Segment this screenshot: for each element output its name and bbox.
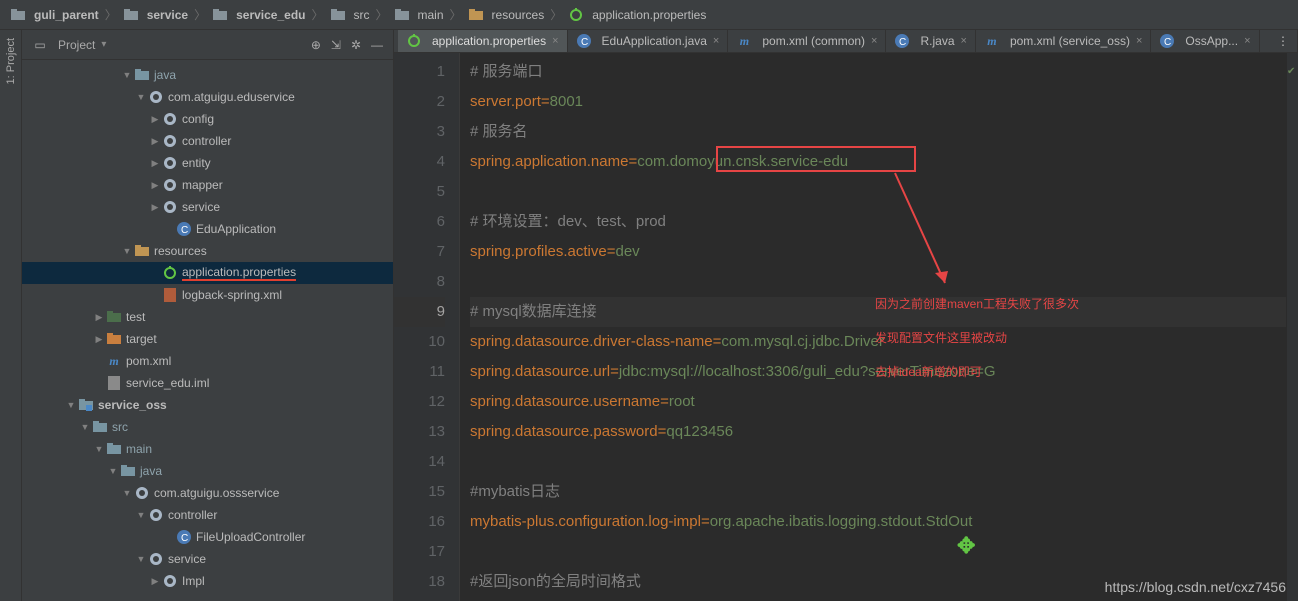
project-tree[interactable]: ▼java▼com.atguigu.eduservice▶config▶cont… [22,60,393,601]
tree-item[interactable]: ▶service [22,196,393,218]
editor-tab[interactable]: mpom.xml (service_oss)× [976,30,1151,53]
hide-icon[interactable]: — [371,38,383,52]
tree-item[interactable]: service_edu.iml [22,372,393,394]
close-icon[interactable]: × [1244,35,1250,47]
tree-item[interactable]: ▶mapper [22,174,393,196]
editor-tab[interactable]: CEduApplication.java× [568,30,729,53]
bc-5[interactable]: resources [466,7,547,23]
tree-item[interactable]: ▼controller [22,504,393,526]
tree-item[interactable]: application.properties [22,262,393,284]
tree-item[interactable]: ▼service [22,548,393,570]
svg-text:C: C [181,533,188,544]
settings-icon[interactable]: ✲ [351,38,361,52]
tree-item[interactable]: ▼src [22,416,393,438]
tree-item[interactable]: ▼resources [22,240,393,262]
project-icon: ▭ [32,37,48,53]
project-sidebar: ▭Project ▾ ⊕ ⇲ ✲ — ▼java▼com.atguigu.edu… [22,30,394,601]
tree-item[interactable]: CFileUploadController [22,526,393,548]
tree-item[interactable]: ▶config [22,108,393,130]
more-tabs[interactable]: ⋮ [1269,30,1298,53]
ok-indicator: ✔ [1287,57,1295,87]
breadcrumb: guli_parent 〉 service 〉 service_edu 〉 sr… [0,0,1298,30]
close-icon[interactable]: × [871,35,877,47]
bc-1[interactable]: service [121,7,190,23]
close-icon[interactable]: × [961,35,967,47]
move-cursor-icon: ✥ [957,531,975,561]
editor-area: application.properties×CEduApplication.j… [394,30,1298,601]
editor-tabs: application.properties×CEduApplication.j… [394,30,1298,53]
watermark: https://blog.csdn.net/cxz7456 [1105,579,1286,595]
svg-text:C: C [1164,37,1171,48]
tree-item[interactable]: ▼com.atguigu.eduservice [22,86,393,108]
tree-item[interactable]: ▶controller [22,130,393,152]
svg-text:C: C [899,37,906,48]
tree-item[interactable]: ▶Impl [22,570,393,592]
tree-item[interactable]: ▶entity [22,152,393,174]
bc-0[interactable]: guli_parent [8,7,101,23]
tree-item[interactable]: CEduApplication [22,218,393,240]
svg-text:C: C [181,225,188,236]
collapse-all-icon[interactable]: ⇲ [331,38,341,52]
tree-item[interactable]: ▼java [22,460,393,482]
tree-item[interactable]: ▶target [22,328,393,350]
bc-sep: 〉 [101,6,121,23]
project-tool-button[interactable]: 1: Project [5,38,17,84]
svg-text:C: C [581,37,588,48]
project-title: Project [58,38,95,52]
annotation-2: 发现配置文件这里被改动 [875,323,1007,353]
tree-item[interactable]: ▼main [22,438,393,460]
tree-item[interactable]: mpom.xml [22,350,393,372]
close-icon[interactable]: × [552,35,558,47]
close-icon[interactable]: × [713,35,719,47]
tree-item[interactable]: ▼java [22,64,393,86]
editor-tab[interactable]: mpom.xml (common)× [728,30,886,53]
close-icon[interactable]: × [1136,35,1142,47]
editor-tab[interactable]: CR.java× [886,30,975,53]
line-gutter: 123456789101112131415161718 [394,53,460,601]
highlight-box [716,146,916,172]
annotation-3: 去掉idea新增的即可 [875,357,982,387]
bc-2[interactable]: service_edu [210,7,307,23]
bc-6[interactable]: application.properties [566,7,708,23]
code-lines[interactable]: 因为之前创建maven工程失败了很多次 发现配置文件这里被改动 去掉idea新增… [460,53,1286,601]
error-stripe: ✔ [1286,53,1298,601]
annotation-1: 因为之前创建maven工程失败了很多次 [875,289,1079,319]
code-editor[interactable]: 123456789101112131415161718 因为之前创建maven工… [394,53,1298,601]
bc-3[interactable]: src [328,7,372,23]
sidebar-header: ▭Project ▾ ⊕ ⇲ ✲ — [22,30,393,60]
tree-item[interactable]: ▼service_oss [22,394,393,416]
bc-4[interactable]: main [392,7,446,23]
tree-item[interactable]: ▶test [22,306,393,328]
tool-strip: 1: Project [0,30,22,601]
tree-item[interactable]: ▼com.atguigu.ossservice [22,482,393,504]
editor-tab[interactable]: application.properties× [398,30,568,53]
tree-item[interactable]: logback-spring.xml [22,284,393,306]
editor-tab[interactable]: COssApp...× [1151,30,1259,53]
scroll-from-source-icon[interactable]: ⊕ [311,38,321,52]
